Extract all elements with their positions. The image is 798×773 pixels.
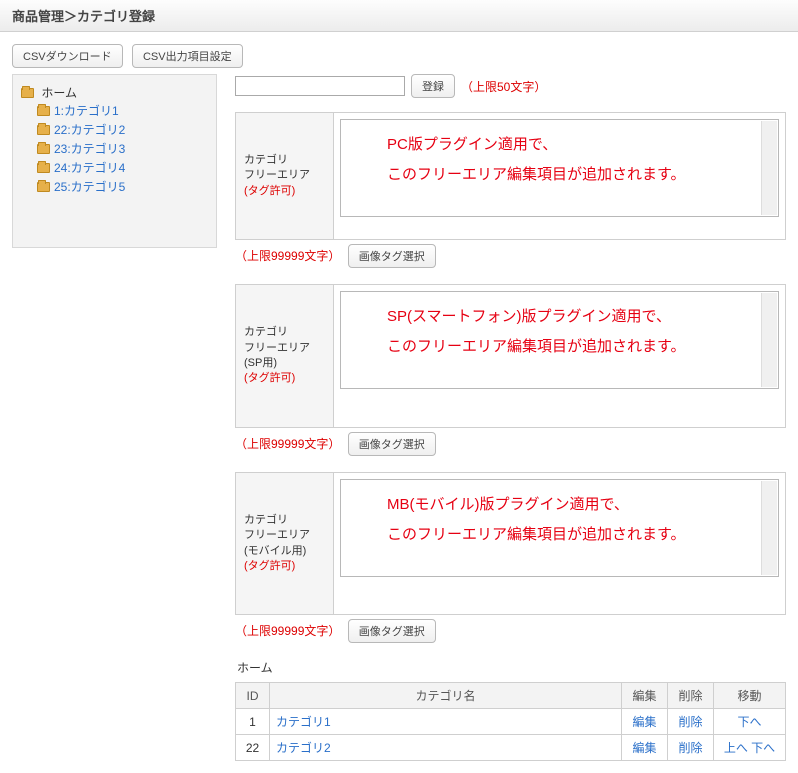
image-tag-select-button[interactable]: 画像タグ選択 (348, 432, 436, 456)
freearea-sp-label: カテゴリ フリーエリア (SP用) (タグ許可) (236, 285, 334, 427)
delete-link[interactable]: 削除 (678, 715, 702, 729)
freearea-pc: カテゴリ フリーエリア (タグ許可) PC版プラグイン適用で、 このフリーエリア… (235, 112, 786, 240)
folder-icon (37, 163, 50, 173)
move-link[interactable]: 下へ (737, 715, 761, 729)
image-tag-select-button[interactable]: 画像タグ選択 (348, 619, 436, 643)
name-limit-note: （上限50文字） (461, 78, 546, 95)
folder-icon (37, 182, 50, 192)
csv-download-button[interactable]: CSVダウンロード (12, 44, 123, 68)
folder-icon (37, 106, 50, 116)
edit-link[interactable]: 編集 (632, 715, 656, 729)
edit-link[interactable]: 編集 (632, 741, 656, 755)
category-tree: ホーム 1:カテゴリ1 22:カテゴリ2 23:カテゴリ3 24:カテゴリ4 2… (12, 74, 217, 248)
tree-item[interactable]: 23:カテゴリ3 (54, 142, 125, 156)
col-edit: 編集 (622, 683, 668, 709)
freearea-mb-textarea[interactable]: MB(モバイル)版プラグイン適用で、 このフリーエリア編集項目が追加されます。 (340, 479, 779, 577)
tree-root-home[interactable]: ホーム (41, 86, 77, 100)
freearea-pc-limit: （上限99999文字） (235, 249, 340, 263)
freearea-mb: カテゴリ フリーエリア (モバイル用) (タグ許可) MB(モバイル)版プラグイ… (235, 472, 786, 616)
category-name-link[interactable]: カテゴリ2 (276, 741, 331, 755)
table-row: 1 カテゴリ1 編集 削除 下へ (236, 709, 786, 735)
tree-item[interactable]: 22:カテゴリ2 (54, 123, 125, 137)
move-link[interactable]: 上へ 下へ (724, 741, 775, 755)
register-button[interactable]: 登録 (411, 74, 455, 98)
table-row: 22 カテゴリ2 編集 削除 上へ 下へ (236, 735, 786, 761)
folder-icon (37, 144, 50, 154)
table-heading: ホーム (237, 659, 786, 676)
table-header-row: ID カテゴリ名 編集 削除 移動 (236, 683, 786, 709)
category-name-input[interactable] (235, 76, 405, 96)
tree-item[interactable]: 25:カテゴリ5 (54, 180, 125, 194)
freearea-sp-overlay: SP(スマートフォン)版プラグイン適用で、 このフリーエリア編集項目が追加されま… (357, 302, 762, 362)
freearea-pc-overlay: PC版プラグイン適用で、 このフリーエリア編集項目が追加されます。 (357, 130, 762, 190)
col-id: ID (236, 683, 270, 709)
category-name-link[interactable]: カテゴリ1 (276, 715, 331, 729)
freearea-mb-limit: （上限99999文字） (235, 624, 340, 638)
csv-settings-button[interactable]: CSV出力項目設定 (132, 44, 243, 68)
freearea-pc-label: カテゴリ フリーエリア (タグ許可) (236, 113, 334, 239)
category-table: ID カテゴリ名 編集 削除 移動 1 カテゴリ1 編集 削除 下へ (235, 682, 786, 761)
freearea-pc-textarea[interactable]: PC版プラグイン適用で、 このフリーエリア編集項目が追加されます。 (340, 119, 779, 217)
col-move: 移動 (714, 683, 786, 709)
freearea-sp-limit: （上限99999文字） (235, 437, 340, 451)
cell-id: 1 (236, 709, 270, 735)
freearea-sp: カテゴリ フリーエリア (SP用) (タグ許可) SP(スマートフォン)版プラグ… (235, 284, 786, 428)
image-tag-select-button[interactable]: 画像タグ選択 (348, 244, 436, 268)
col-del: 削除 (668, 683, 714, 709)
page-title: 商品管理＞カテゴリ登録 (0, 0, 798, 32)
tree-item[interactable]: 24:カテゴリ4 (54, 161, 125, 175)
freearea-mb-label: カテゴリ フリーエリア (モバイル用) (タグ許可) (236, 473, 334, 615)
freearea-mb-overlay: MB(モバイル)版プラグイン適用で、 このフリーエリア編集項目が追加されます。 (357, 490, 762, 550)
delete-link[interactable]: 削除 (678, 741, 702, 755)
folder-icon (37, 125, 50, 135)
cell-id: 22 (236, 735, 270, 761)
freearea-sp-textarea[interactable]: SP(スマートフォン)版プラグイン適用で、 このフリーエリア編集項目が追加されま… (340, 291, 779, 389)
main-panel: 登録 （上限50文字） カテゴリ フリーエリア (タグ許可) PC版プラグイン適… (235, 74, 786, 761)
toolbar: CSVダウンロード CSV出力項目設定 (0, 32, 798, 74)
tree-item[interactable]: 1:カテゴリ1 (54, 104, 119, 118)
col-name: カテゴリ名 (270, 683, 622, 709)
folder-icon (21, 88, 34, 98)
